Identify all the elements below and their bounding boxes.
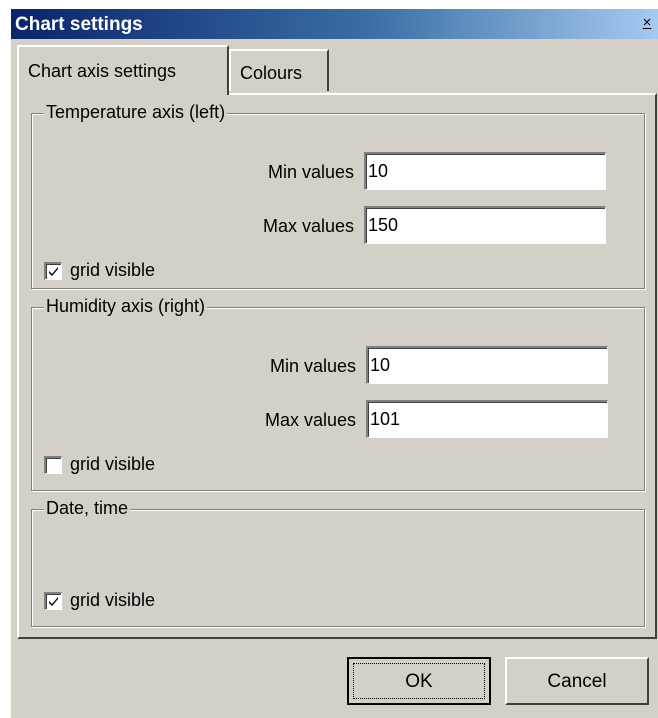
checkmark-icon <box>49 597 58 606</box>
tab-label: Colours <box>240 63 303 83</box>
max-values-label: Max values <box>262 216 354 236</box>
group-legend: Date, time <box>44 498 131 519</box>
grid-visible-label: grid visible <box>70 454 156 474</box>
checkmark-icon <box>49 267 58 276</box>
temperature-grid-checkbox[interactable] <box>44 262 62 280</box>
date-time-group: Date, time grid visible <box>31 498 645 627</box>
title-bar[interactable]: Chart settings × <box>11 9 658 39</box>
humidity-min-input[interactable] <box>366 346 608 384</box>
humidity-max-input[interactable] <box>366 400 608 438</box>
close-button[interactable]: × <box>637 13 657 33</box>
chart-settings-dialog: Chart settings × Chart axis settings Col… <box>10 8 658 718</box>
humidity-grid-checkbox[interactable] <box>44 456 62 474</box>
ok-label: OK <box>405 671 433 692</box>
temperature-axis-group: Temperature axis (left) Min values Max v… <box>31 102 645 289</box>
datetime-grid-checkbox[interactable] <box>44 592 62 610</box>
tab-colours[interactable]: Colours <box>229 49 329 91</box>
cancel-button[interactable]: Cancel <box>505 657 649 705</box>
min-values-label: Min values <box>269 356 356 376</box>
grid-visible-label: grid visible <box>70 590 156 610</box>
tab-chart-axis-settings[interactable]: Chart axis settings <box>17 45 229 95</box>
cancel-label: Cancel <box>547 671 607 692</box>
group-legend: Temperature axis (left) <box>44 102 228 123</box>
grid-visible-label: grid visible <box>70 260 156 280</box>
group-legend: Humidity axis (right) <box>44 296 208 317</box>
tab-label: Chart axis settings <box>28 61 177 81</box>
tab-panel: Temperature axis (left) Min values Max v… <box>17 93 657 639</box>
min-values-label: Min values <box>267 162 354 182</box>
temperature-min-input[interactable] <box>364 152 606 190</box>
window-title: Chart settings <box>15 14 143 35</box>
temperature-max-input[interactable] <box>364 206 606 244</box>
humidity-axis-group: Humidity axis (right) Min values Max val… <box>31 296 645 491</box>
max-values-label: Max values <box>264 410 356 430</box>
ok-button[interactable]: OK <box>347 657 491 705</box>
